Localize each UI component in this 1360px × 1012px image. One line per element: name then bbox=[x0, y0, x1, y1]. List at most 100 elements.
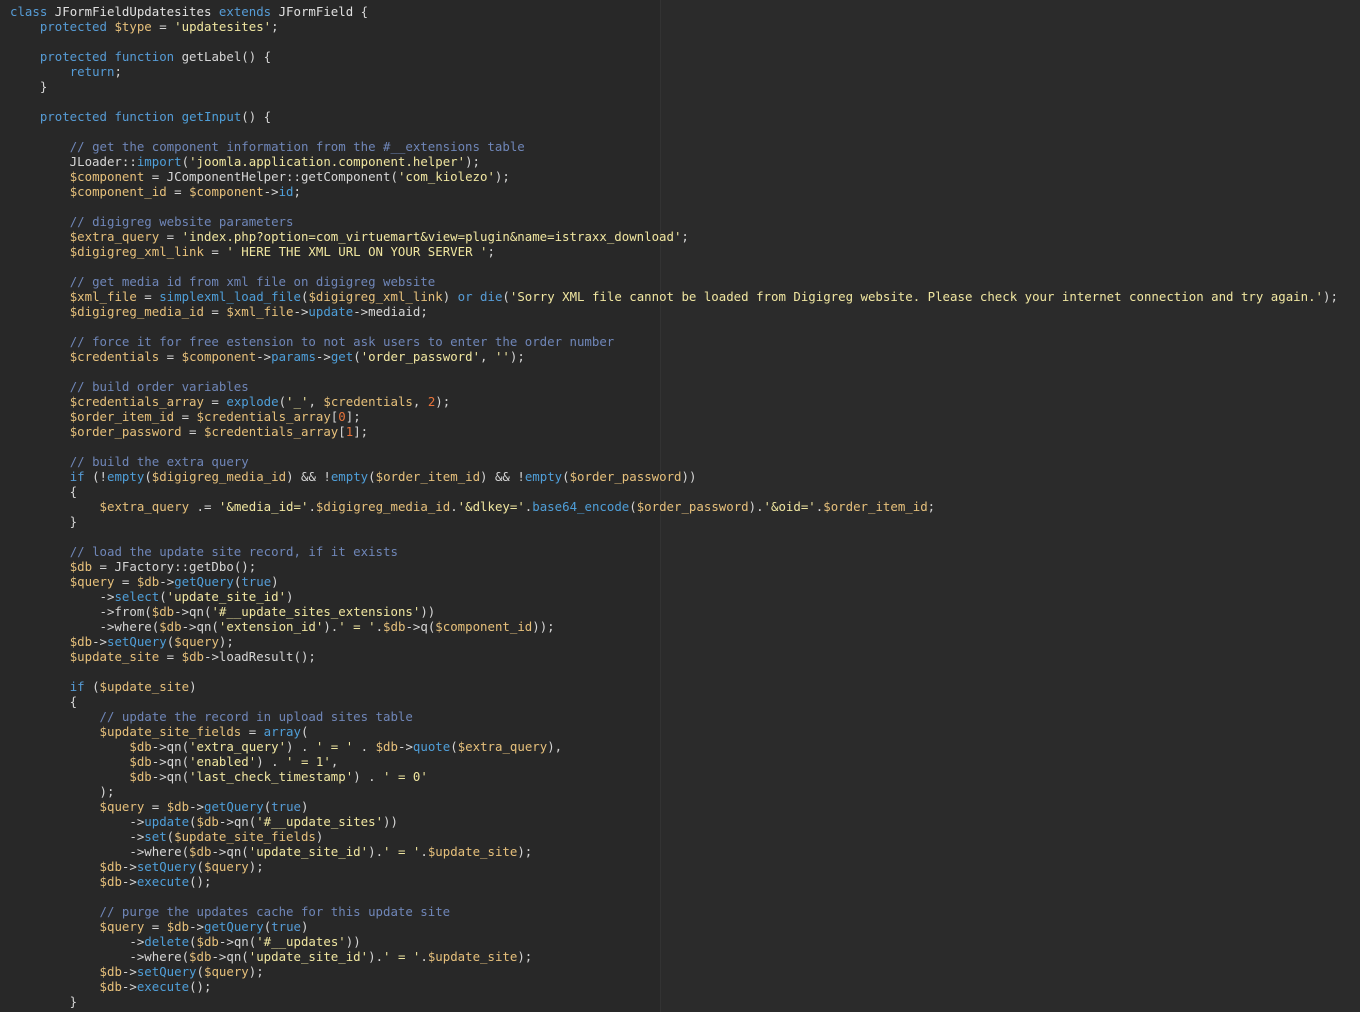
code-token: update bbox=[308, 304, 354, 319]
code-token: extends bbox=[218, 4, 272, 19]
code-token: -> bbox=[121, 859, 137, 874]
code-text-area[interactable]: class JFormFieldUpdatesites extends JFor… bbox=[10, 4, 1338, 1009]
code-token: $extra_query bbox=[99, 499, 190, 514]
code-line: ->where($db->qn('update_site_id').' = '.… bbox=[10, 844, 1338, 859]
code-token: ; bbox=[114, 64, 122, 79]
code-token: -> bbox=[10, 934, 145, 949]
code-token: empty bbox=[107, 469, 145, 484]
code-token: ), bbox=[547, 739, 563, 754]
code-token: -> bbox=[315, 349, 331, 364]
code-token: . bbox=[450, 499, 458, 514]
code-token: ) bbox=[286, 589, 294, 604]
code-token: -> bbox=[159, 574, 175, 589]
code-token: $credentials bbox=[69, 349, 160, 364]
code-line: } bbox=[10, 79, 1338, 94]
code-line: $order_item_id = $credentials_array[0]; bbox=[10, 409, 1338, 424]
code-line: protected function getInput() { bbox=[10, 109, 1338, 124]
code-token: 'com_kiolezo' bbox=[397, 169, 495, 184]
code-token: ) . bbox=[353, 769, 384, 784]
code-token: 'last_check_timestamp' bbox=[189, 769, 354, 784]
code-token: ->q( bbox=[405, 619, 436, 634]
code-token: ) . bbox=[256, 754, 287, 769]
code-line: // get the component information from th… bbox=[10, 139, 1338, 154]
code-token: ' = 1' bbox=[286, 754, 331, 769]
code-token: ); bbox=[218, 634, 234, 649]
code-token: // update the record in upload sites tab… bbox=[99, 709, 413, 724]
code-token: ); bbox=[517, 949, 533, 964]
code-token: $db bbox=[189, 949, 212, 964]
code-token: ; bbox=[487, 244, 495, 259]
code-token: execute bbox=[136, 979, 190, 994]
code-token: $component_id bbox=[435, 619, 533, 634]
code-token: // build the extra query bbox=[69, 454, 249, 469]
code-token: 'extension_id' bbox=[218, 619, 324, 634]
code-line: $db->setQuery($query); bbox=[10, 859, 1338, 874]
code-token: $digigreg_xml_link bbox=[308, 289, 443, 304]
code-token: -> bbox=[121, 874, 137, 889]
code-line: $query = $db->getQuery(true) bbox=[10, 574, 1338, 589]
code-token: . bbox=[308, 499, 316, 514]
code-token: $type bbox=[114, 19, 152, 34]
code-token: )); bbox=[532, 619, 555, 634]
code-token: $update_site bbox=[427, 949, 518, 964]
code-token: ->qn( bbox=[218, 814, 257, 829]
code-token: ->qn( bbox=[181, 619, 219, 634]
code-token: 'order_password' bbox=[360, 349, 481, 364]
code-token: $db bbox=[166, 919, 190, 934]
code-token: ->qn( bbox=[151, 769, 190, 784]
code-token: ->qn( bbox=[174, 604, 212, 619]
code-token: = JFactory::getDbo(); bbox=[92, 559, 257, 574]
code-token: JFormField bbox=[278, 4, 354, 19]
code-token: ( bbox=[629, 499, 637, 514]
code-token: ( bbox=[450, 739, 458, 754]
code-line: $digigreg_xml_link = ' HERE THE XML URL … bbox=[10, 244, 1338, 259]
code-token: { bbox=[10, 694, 78, 709]
code-token: $query bbox=[204, 964, 249, 979]
code-token: $update_site_fields bbox=[99, 724, 242, 739]
code-editor[interactable]: class JFormFieldUpdatesites extends JFor… bbox=[0, 0, 1360, 1012]
code-token: ) bbox=[301, 919, 309, 934]
code-token: $xml_file bbox=[226, 304, 294, 319]
code-token: )) bbox=[345, 934, 361, 949]
code-token: $db bbox=[129, 754, 152, 769]
code-line: $db->qn('extra_query') . ' = ' . $db->qu… bbox=[10, 739, 1338, 754]
code-token: base64_encode bbox=[532, 499, 630, 514]
code-token: = bbox=[159, 349, 182, 364]
code-token: ; bbox=[927, 499, 936, 514]
code-line: // build the extra query bbox=[10, 454, 1338, 469]
code-line: $db = JFactory::getDbo(); bbox=[10, 559, 1338, 574]
code-token: $credentials_array bbox=[69, 394, 204, 409]
code-token: $order_password bbox=[69, 424, 182, 439]
code-line: ->set($update_site_fields) bbox=[10, 829, 1338, 844]
code-token: $query bbox=[174, 634, 219, 649]
code-token: ) && ! bbox=[480, 469, 525, 484]
code-line: ->where($db->qn('update_site_id').' = '.… bbox=[10, 949, 1338, 964]
code-token: $db bbox=[189, 844, 212, 859]
code-line: $component_id = $component->id; bbox=[10, 184, 1338, 199]
code-token: ( bbox=[300, 724, 309, 739]
code-token: ->where( bbox=[10, 949, 190, 964]
code-line: if (!empty($digigreg_media_id) && !empty… bbox=[10, 469, 1338, 484]
code-token: )) bbox=[383, 814, 398, 829]
code-token: class bbox=[10, 4, 48, 19]
code-token: JFormFieldUpdatesites bbox=[54, 4, 212, 19]
code-line: if ($update_site) bbox=[10, 679, 1338, 694]
code-line: ); bbox=[10, 784, 1338, 799]
code-token: = bbox=[159, 229, 182, 244]
code-token: ->where( bbox=[10, 844, 190, 859]
code-token: = bbox=[203, 304, 227, 319]
code-line: ->update($db->qn('#__update_sites')) bbox=[10, 814, 1338, 829]
code-token: getQuery bbox=[174, 574, 234, 589]
